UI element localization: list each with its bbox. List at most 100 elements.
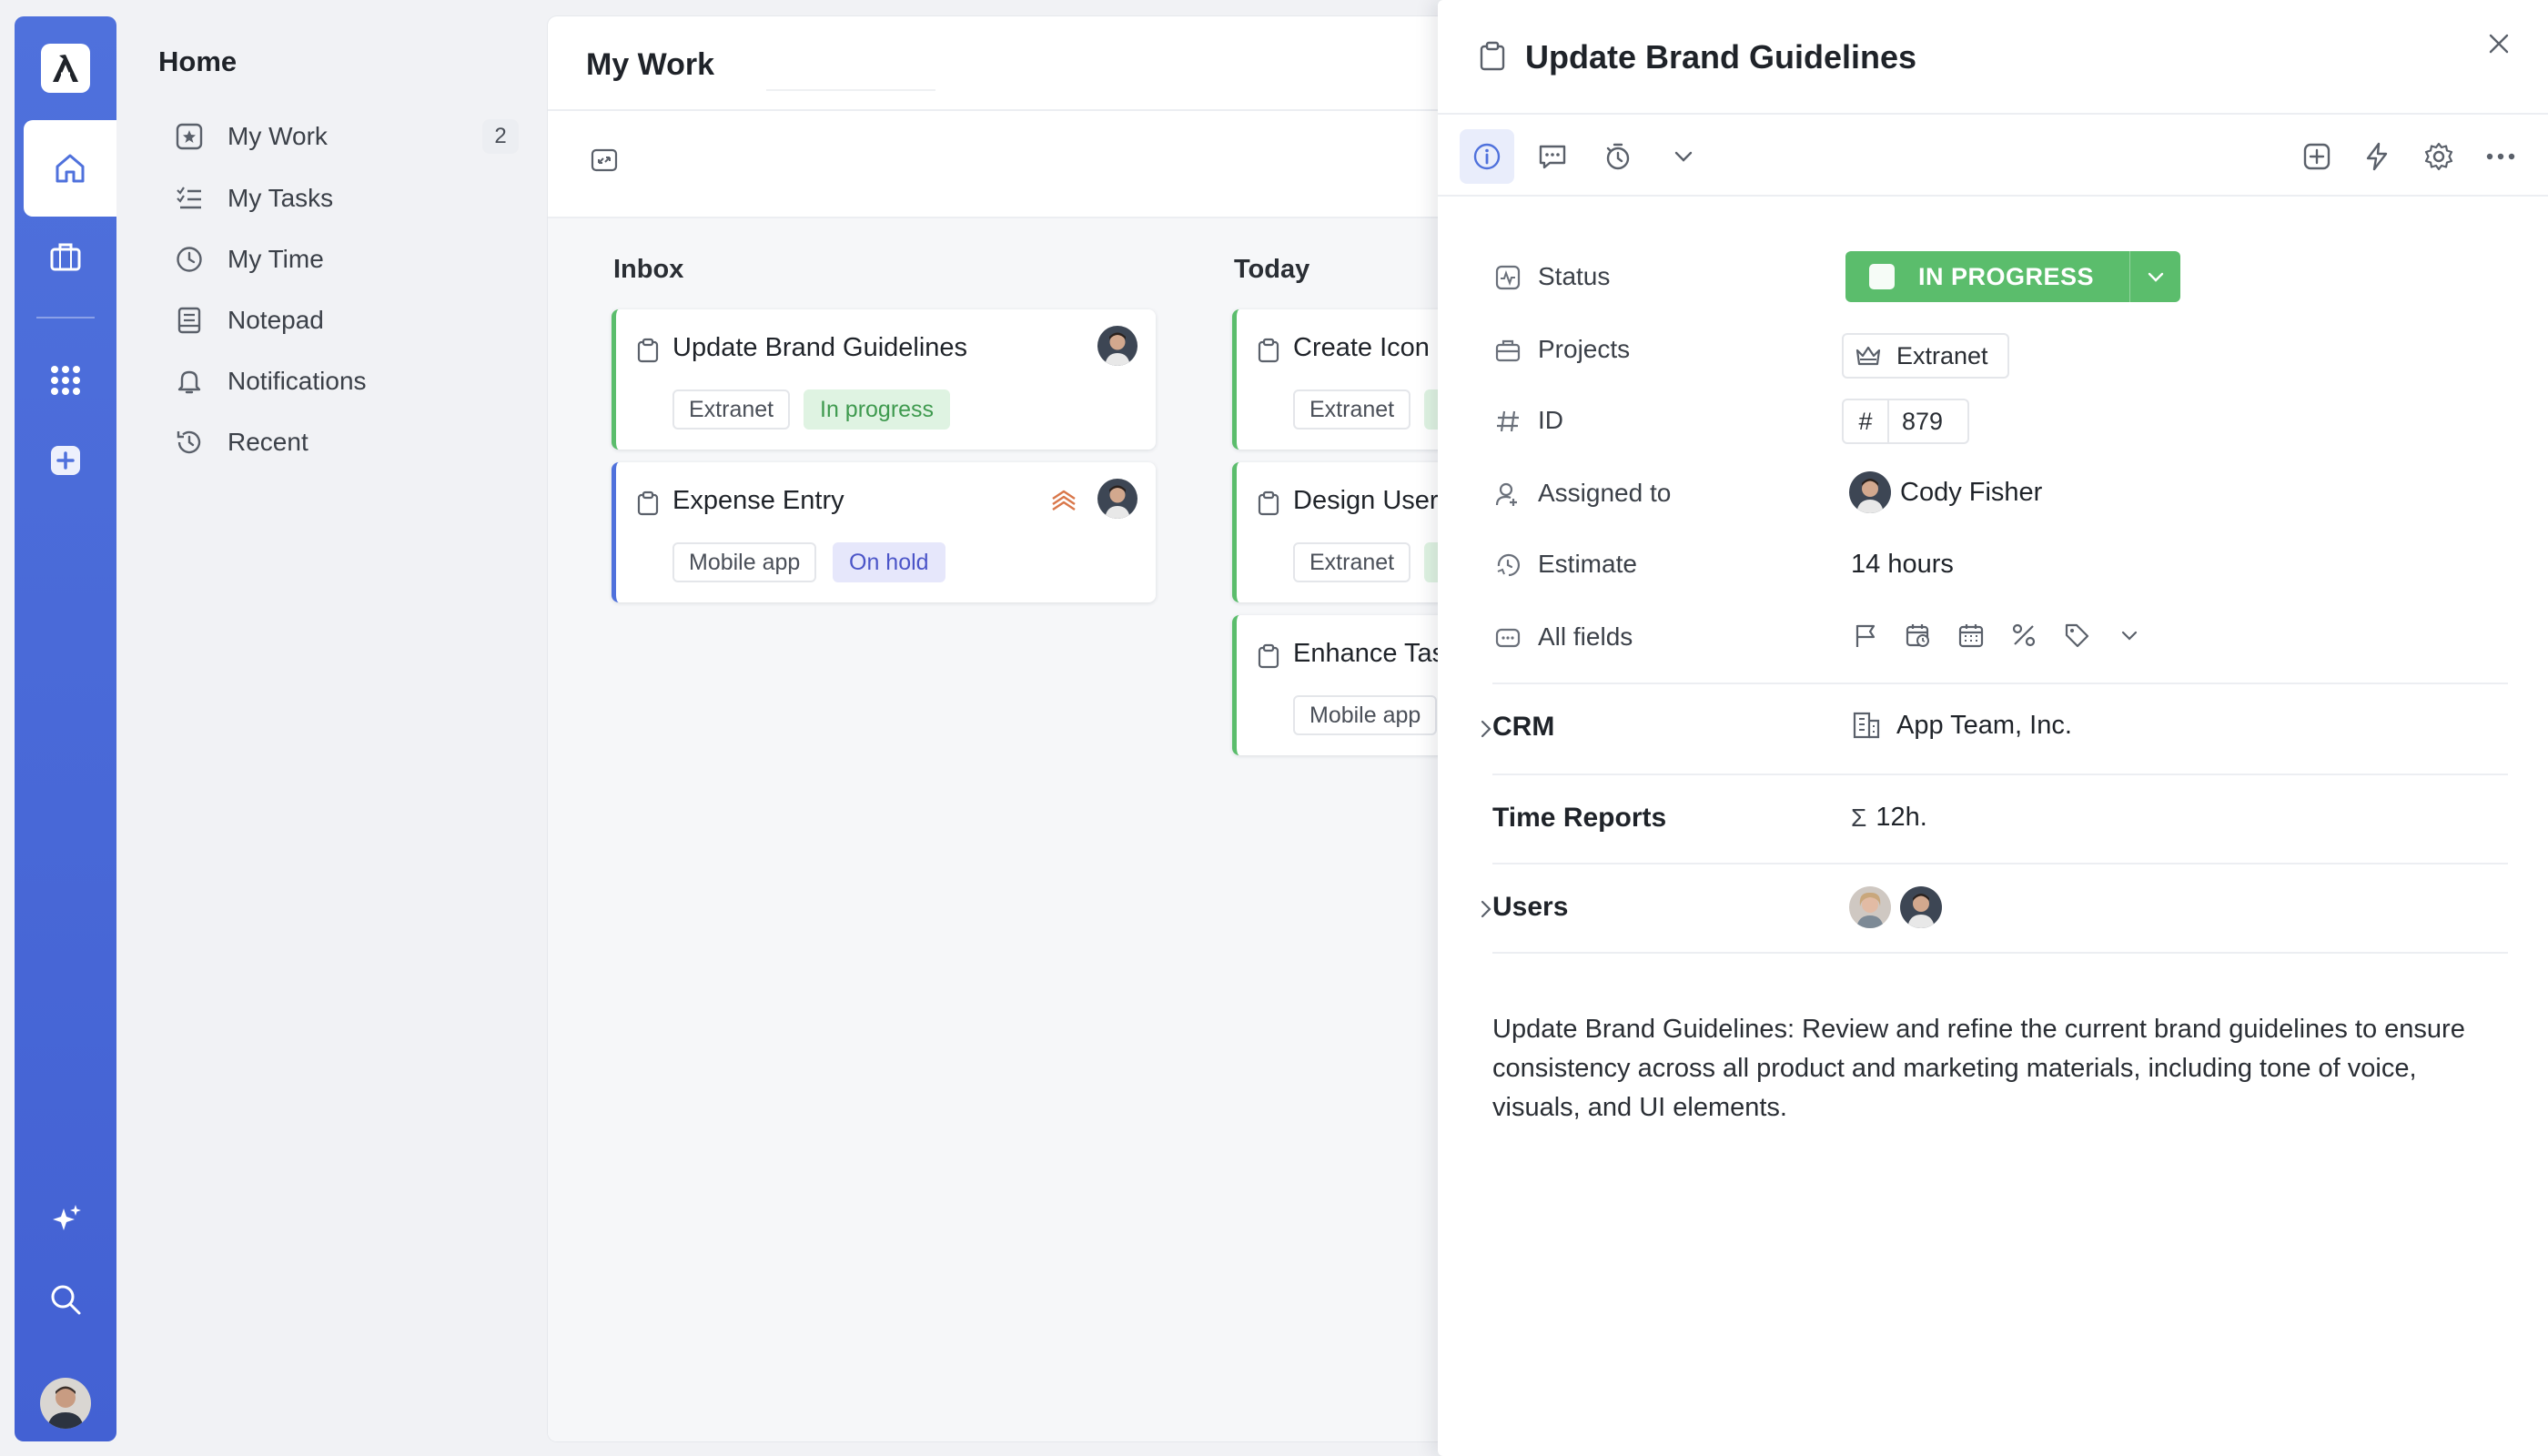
crm-section[interactable]: CRM App Team, Inc. [1481, 684, 2508, 774]
tab-comments[interactable] [1525, 129, 1580, 184]
rail-apps-button[interactable] [46, 360, 86, 400]
grid-dots-icon [51, 366, 80, 395]
gear-icon [2424, 142, 2453, 171]
logo-icon [53, 55, 78, 82]
card-expense-entry[interactable]: Expense Entry Mobile app On hold [612, 462, 1156, 602]
status-dropdown[interactable]: IN PROGRESS [1845, 251, 2180, 302]
info-icon [1473, 143, 1501, 170]
task-detail-panel: Update Brand Guidelines Status IN PROGRE… [1438, 0, 2548, 1456]
rail-ai-button[interactable] [46, 1199, 86, 1239]
card-update-brand-guidelines[interactable]: Update Brand Guidelines Extranet In prog… [612, 309, 1156, 450]
app-logo[interactable] [41, 44, 90, 93]
assigned-label: Assigned to [1538, 479, 1672, 507]
all-fields-label: All fields [1538, 622, 1633, 651]
calendar-clock-icon[interactable] [1902, 619, 1935, 652]
estimate-value[interactable]: 14 hours [1851, 550, 1954, 580]
clock-icon [173, 243, 206, 276]
tab-timer[interactable] [1591, 129, 1645, 184]
chevron-down-icon[interactable] [2113, 619, 2146, 652]
avatar-icon [1849, 886, 1891, 928]
header-divider [548, 109, 1458, 111]
add-subtask-button[interactable] [2290, 129, 2344, 184]
assignee-avatar [1849, 471, 1891, 513]
task-description[interactable]: Update Brand Guidelines: Review and refi… [1492, 1010, 2512, 1127]
more-horizontal-icon [2486, 153, 2515, 160]
card-title: Enhance Tas [1293, 639, 1446, 668]
assignee-icon [1492, 479, 1523, 510]
card-project-tag: Mobile app [672, 542, 817, 582]
history-icon [173, 426, 206, 459]
id-chip: # 879 [1842, 399, 1969, 444]
expand-view-button[interactable] [584, 140, 624, 180]
settings-button[interactable] [2412, 129, 2466, 184]
status-icon [1492, 262, 1523, 293]
nav-item-notepad[interactable]: Notepad [173, 295, 519, 346]
project-chip[interactable]: Extranet [1842, 333, 2009, 379]
more-options-button[interactable] [2473, 129, 2528, 184]
bell-icon [173, 365, 206, 398]
crm-value[interactable]: App Team, Inc. [1851, 710, 2072, 741]
card-assignee-avatar[interactable] [1097, 479, 1138, 519]
close-panel-button[interactable] [2481, 25, 2517, 62]
chevron-down-icon [2148, 272, 2163, 282]
assignee-name: Cody Fisher [1900, 477, 2043, 507]
building-icon [1853, 712, 1880, 739]
calendar-icon[interactable] [1955, 619, 1987, 652]
rail-search-button[interactable] [46, 1279, 86, 1320]
checklist-icon [173, 182, 206, 215]
user-avatar[interactable] [40, 1378, 91, 1429]
briefcase-icon [50, 243, 81, 271]
id-value: 879 [1902, 407, 1944, 435]
estimate-label: Estimate [1538, 550, 1637, 578]
column-title-today: Today [1234, 255, 1310, 284]
rail-projects-button[interactable] [46, 237, 86, 277]
id-label: ID [1538, 406, 1563, 434]
estimate-icon [1492, 550, 1523, 581]
percent-icon[interactable] [2007, 619, 2040, 652]
card-title: Expense Entry [672, 486, 844, 515]
assignee-value[interactable]: Cody Fisher [1849, 471, 2042, 513]
user-avatar-1[interactable] [1849, 886, 1891, 928]
clipboard-icon [637, 490, 659, 516]
nav-item-my-tasks[interactable]: My Tasks [173, 173, 519, 224]
time-reports-section: Time Reports Σ 12h. [1492, 775, 2508, 864]
clipboard-icon [1258, 338, 1279, 363]
nav-item-recent[interactable]: Recent [173, 417, 519, 468]
card-design-user[interactable]: Design User Extranet [1232, 462, 1458, 602]
nav-item-my-work[interactable]: My Work 2 [173, 111, 519, 162]
priority-high-icon [1052, 490, 1076, 511]
automation-button[interactable] [2350, 129, 2404, 184]
card-project-tag: Mobile app [1293, 695, 1438, 735]
card-enhance-task[interactable]: Enhance Tas Mobile app [1232, 615, 1458, 755]
tag-icon[interactable] [2060, 619, 2093, 652]
status-value: IN PROGRESS [1918, 262, 2095, 290]
user-avatar-2[interactable] [1900, 886, 1942, 928]
rail-add-button[interactable] [46, 440, 86, 480]
avatar-icon [1097, 326, 1138, 366]
nav-item-my-time[interactable]: My Time [173, 234, 519, 285]
rail-separator [36, 317, 95, 318]
flag-icon[interactable] [1849, 619, 1882, 652]
crm-label: CRM [1492, 712, 1555, 742]
time-total: 12h. [1876, 803, 1927, 832]
expand-icon [591, 148, 618, 172]
users-section[interactable]: Users [1481, 864, 2508, 954]
card-assignee-avatar[interactable] [1097, 326, 1138, 366]
rail-home-button[interactable] [24, 120, 116, 217]
nav-item-notifications[interactable]: Notifications [173, 356, 519, 407]
id-icon [1492, 406, 1523, 437]
status-chevron[interactable] [2129, 251, 2180, 302]
nav-item-label: My Tasks [228, 184, 334, 212]
users-label: Users [1492, 892, 1569, 922]
close-icon [2489, 34, 2509, 54]
lightning-icon [2366, 142, 2388, 171]
tab-info[interactable] [1460, 129, 1514, 184]
users-avatars[interactable] [1849, 886, 1951, 928]
card-create-icon[interactable]: Create Icon Extranet [1232, 309, 1458, 450]
nav-item-label: My Time [228, 245, 324, 273]
nav-item-label: Recent [228, 428, 308, 456]
avatar-icon [40, 1378, 91, 1429]
kanban-board: Inbox Update Brand Guidelines Extranet I… [548, 218, 1458, 1441]
tabs-more-dropdown[interactable] [1656, 129, 1711, 184]
avatar-icon [1097, 479, 1138, 519]
